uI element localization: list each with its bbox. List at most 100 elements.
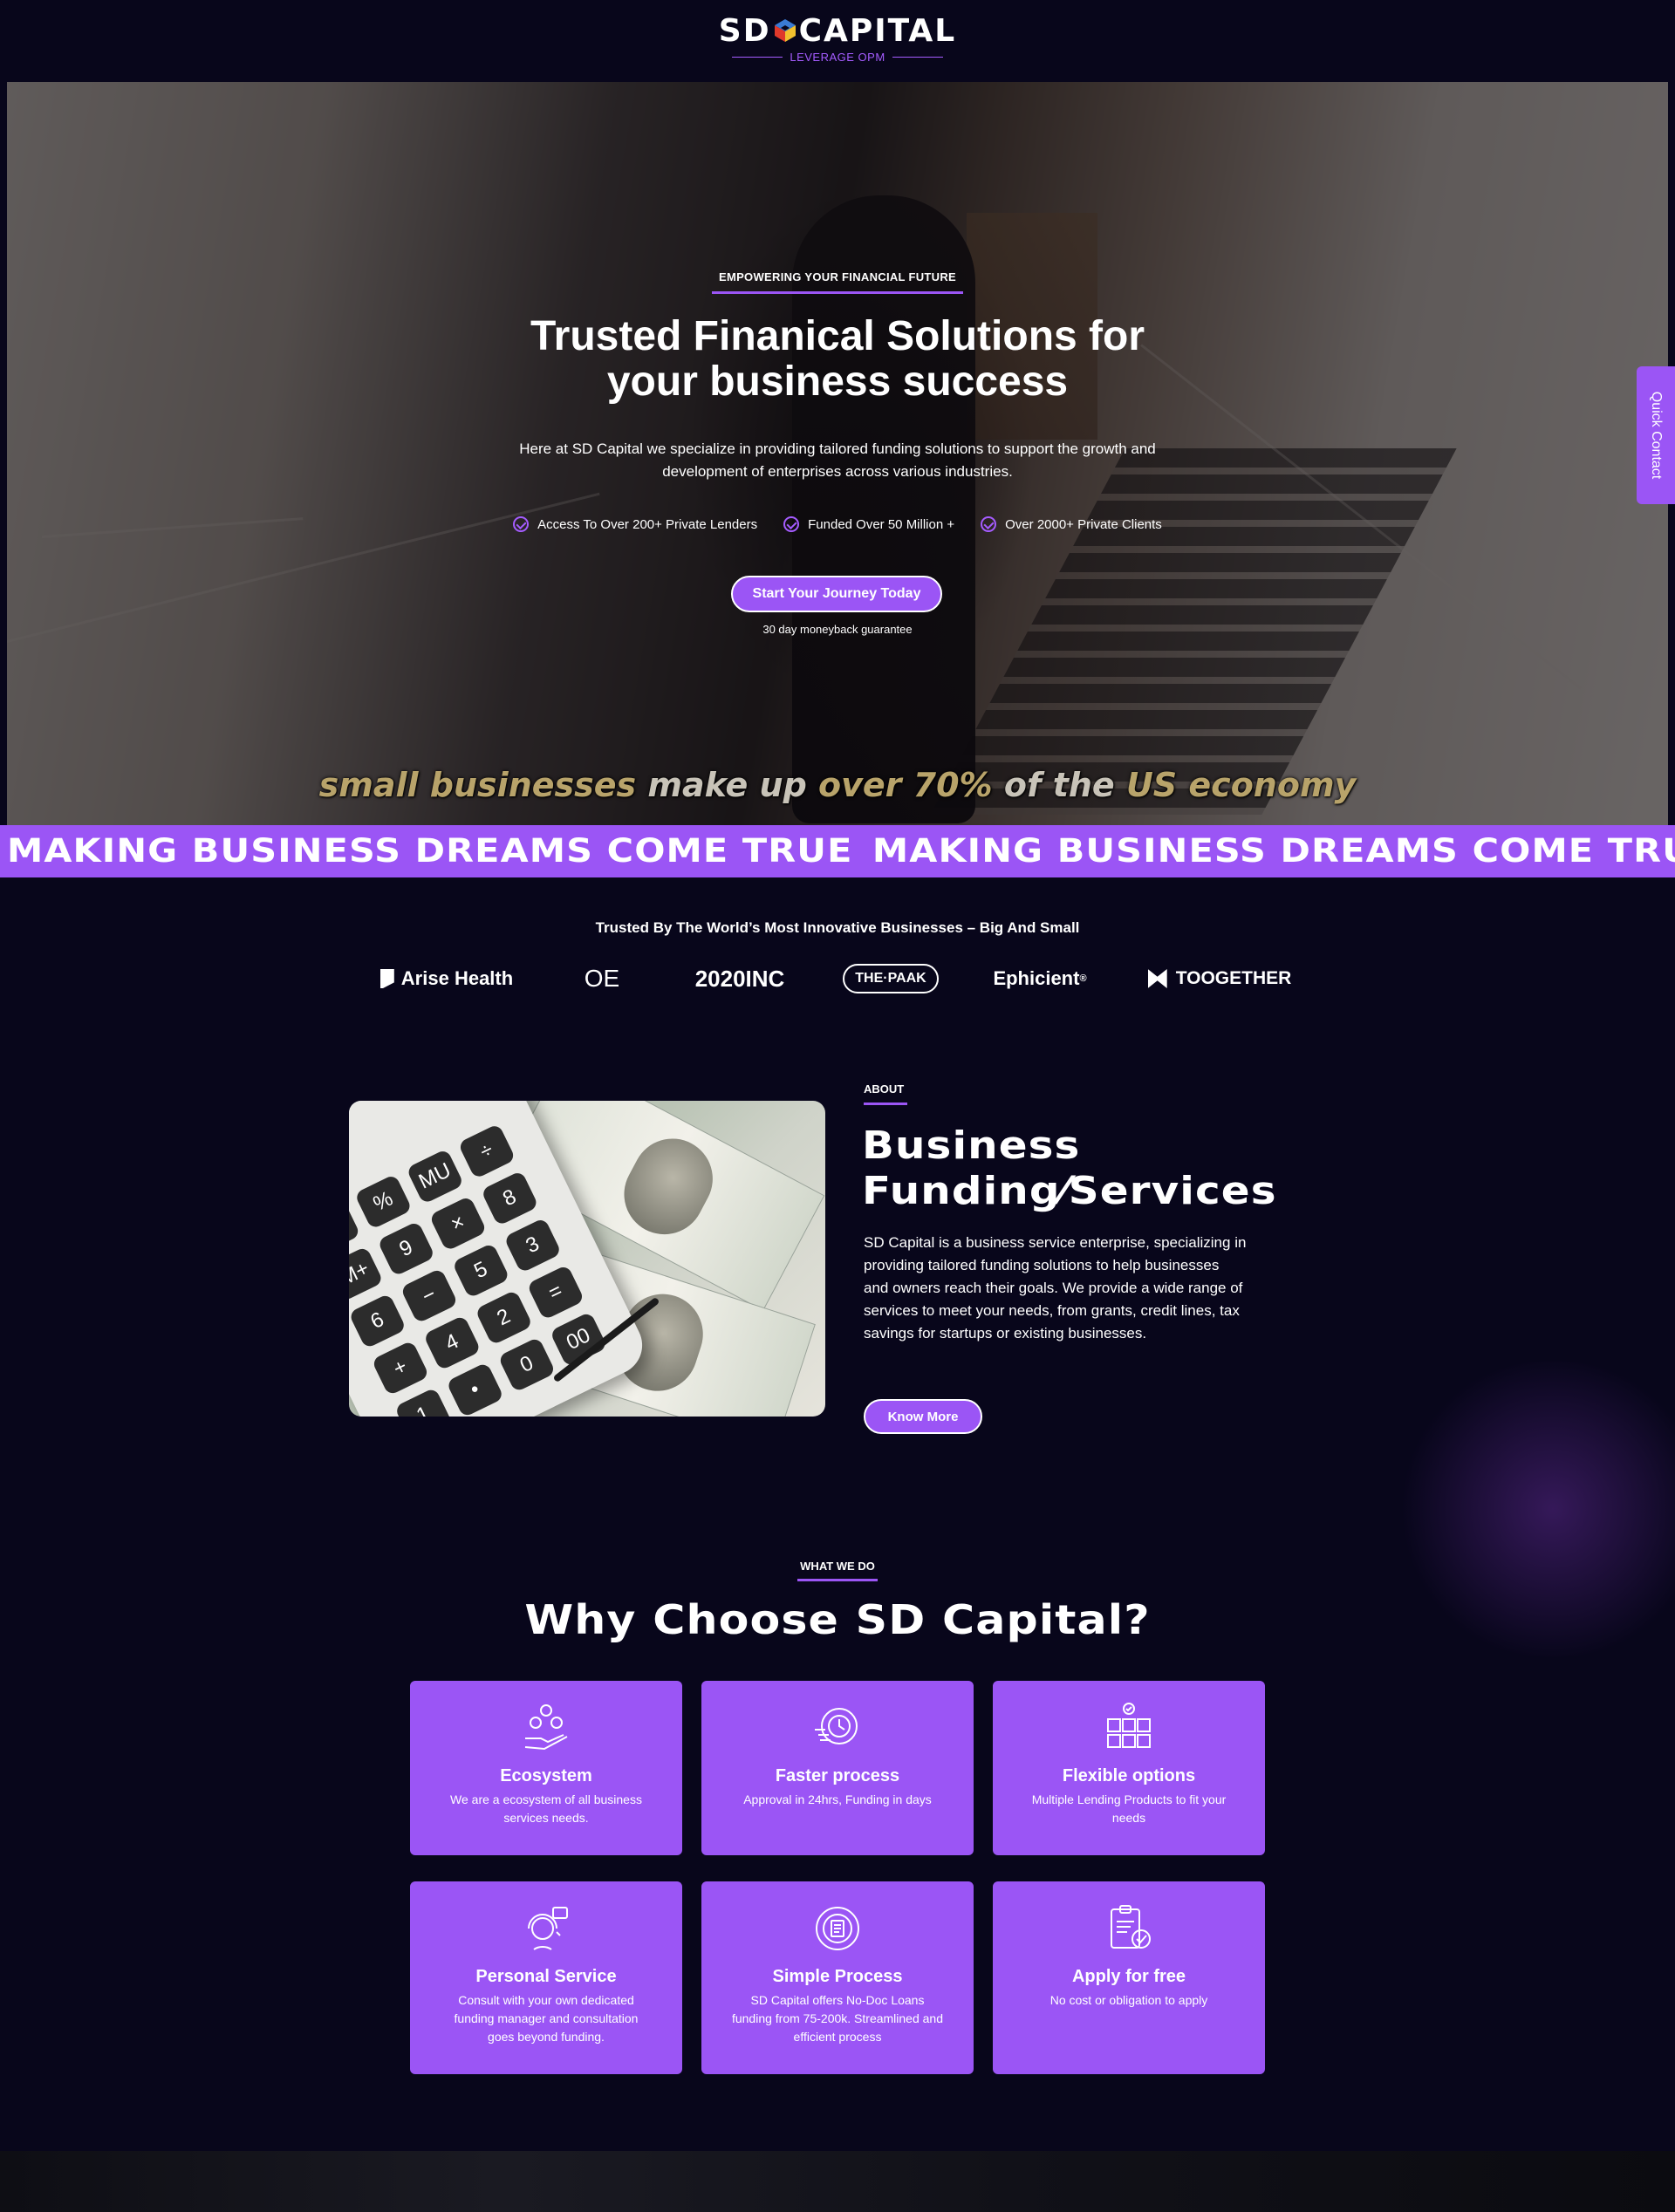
faster-process-icon [815, 1708, 858, 1744]
card-text: Approval in 24hrs, Funding in days [743, 1792, 932, 1806]
quick-contact-tab[interactable]: Quick Contact [1637, 366, 1675, 504]
about-eyebrow-underline [864, 1103, 907, 1105]
sd-capital-logo[interactable]: SD CAPITAL LEVERAGE OPM [717, 12, 958, 66]
calculator-key: 6 [349, 1293, 407, 1349]
logo-tagline: LEVERAGE OPM [717, 51, 958, 64]
calculator-key: 2 [475, 1289, 534, 1346]
calculator-key: 4 [422, 1314, 482, 1371]
check-circle-icon [981, 516, 997, 532]
hero-eyebrow-underline [712, 291, 963, 294]
check-circle-icon [783, 516, 800, 532]
card-title: Ecosystem [500, 1766, 592, 1785]
logo-text: Ephicient [993, 967, 1080, 989]
calculator-key: 8 [480, 1170, 539, 1226]
logo-name-right: CAPITAL [798, 13, 957, 49]
calculator-key: % [353, 1173, 413, 1230]
why-title-text: Why Choose SD Capital? [524, 1596, 1151, 1643]
feature-card-faster-process[interactable]: Faster process Approval in 24hrs, Fundin… [701, 1681, 974, 1855]
guarantee-note: 30 day moneyback guarantee [762, 623, 913, 636]
caption-part: over 70% [818, 766, 993, 804]
oe-logo: OE [584, 965, 620, 992]
marquee-text: MAKING BUSINESS DREAMS COME TRUE [7, 832, 853, 870]
why-eyebrow-underline [797, 1579, 878, 1581]
hero-feature-label: Funded Over 50 Million + [808, 516, 955, 532]
logo-text: Arise Health [400, 967, 514, 989]
tagline-rule-left [732, 57, 783, 58]
the-paak-logo: THE·PAAK [843, 964, 939, 993]
hero-title-line2: your business success [606, 358, 1069, 405]
calculator-key: 3 [503, 1217, 563, 1273]
card-text: Multiple Lending Products to fit your ne… [1031, 1792, 1227, 1825]
hero-feature-item: Over 2000+ Private Clients [981, 516, 1162, 532]
logo-wordmark: SD CAPITAL [717, 12, 958, 51]
calculator-key: × [428, 1195, 488, 1252]
hero-feature-item: Access To Over 200+ Private Lenders [513, 516, 757, 532]
card-title: Personal Service [475, 1967, 617, 1986]
feature-card-personal-service[interactable]: Personal Service Consult with your own d… [410, 1881, 682, 2074]
why-title: Why Choose SD Capital? [0, 1596, 1675, 1643]
calculator-key: ÷ [457, 1123, 516, 1179]
toogether-logo: TOOGETHER [1141, 963, 1298, 994]
card-title: Faster process [775, 1766, 900, 1785]
card-title: Simple Process [772, 1967, 903, 1986]
client-logos: Arise Health OE 2020INC THE·PAAK Ephicie… [0, 963, 1675, 994]
calculator-key: • [446, 1362, 505, 1417]
card-text: No cost or obligation to apply [1049, 1993, 1208, 2007]
flag-icon [379, 969, 394, 988]
check-circle-icon [513, 516, 530, 532]
start-journey-button[interactable]: Start Your Journey Today [731, 576, 942, 612]
ephicient-logo: Ephicient ® [989, 963, 1090, 994]
caption-part: make up [636, 766, 819, 804]
card-text: We are a ecosystem of all business servi… [450, 1792, 642, 1825]
card-title: Apply for free [1071, 1967, 1186, 1986]
video-caption: small businesses make up over 70% of the… [7, 766, 1668, 804]
site-header: SD CAPITAL LEVERAGE OPM [0, 0, 1675, 82]
calculator-key: M+ [349, 1246, 384, 1302]
calculator-key: − [400, 1267, 459, 1324]
calculator-key: 9 [377, 1220, 436, 1277]
registered-mark: ® [1079, 973, 1087, 984]
marquee-track: MAKING BUSINESS DREAMS COME TRUE MAKING B… [7, 832, 1675, 870]
caption-part: US economy [1125, 766, 1357, 804]
hero-content: EMPOWERING YOUR FINANCIAL FUTURE Trusted… [7, 82, 1668, 825]
logo-text: TOOGETHER [1175, 968, 1292, 988]
marquee-banner: MAKING BUSINESS DREAMS COME TRUE MAKING B… [0, 825, 1675, 877]
card-title: Flexible options [1062, 1766, 1196, 1785]
calculator-key: + [371, 1340, 430, 1396]
bowtie-icon [1147, 969, 1167, 988]
calculator-key: 1 [393, 1387, 453, 1417]
caption-part: of the [992, 766, 1126, 804]
about-title-line1: Business [862, 1123, 1081, 1168]
arise-health-logo: Arise Health [377, 963, 516, 994]
feature-card-apply-free[interactable]: Apply for free No cost or obligation to … [993, 1881, 1265, 2074]
hero-feature-list: Access To Over 200+ Private Lenders Fund… [7, 516, 1668, 532]
next-section-preview [0, 2151, 1675, 2212]
know-more-button[interactable]: Know More [864, 1399, 982, 1434]
hero-subtitle: Here at SD Capital we specialize in prov… [519, 440, 1156, 480]
simple-process-icon [816, 1907, 859, 1950]
marquee-text: MAKING BUSINESS DREAMS COME TRUE [872, 832, 1675, 870]
card-text: SD Capital offers No-Doc Loans funding f… [731, 1993, 944, 2044]
hero-feature-label: Access To Over 200+ Private Lenders [537, 516, 758, 532]
tagline-text: LEVERAGE OPM [790, 51, 885, 64]
2020inc-logo: 2020INC [694, 965, 785, 992]
why-eyebrow: WHAT WE DO [800, 1560, 875, 1573]
hero-eyebrow: EMPOWERING YOUR FINANCIAL FUTURE [718, 270, 956, 283]
flexible-options-icon [1107, 1703, 1151, 1748]
about-title: Business Funding⁄Services [862, 1123, 1277, 1214]
trusted-heading: Trusted By The World’s Most Innovative B… [595, 919, 1080, 936]
bill-portrait [610, 1124, 728, 1249]
hero-title: Trusted Finanical Solutions for your bus… [7, 314, 1668, 405]
quick-contact-label: Quick Contact [1649, 391, 1664, 480]
tagline-rule-right [892, 57, 943, 58]
hero-feature-item: Funded Over 50 Million + [783, 516, 954, 532]
feature-card-ecosystem[interactable]: Ecosystem We are a ecosystem of all busi… [410, 1681, 682, 1855]
hero-title-line1: Trusted Finanical Solutions for [530, 313, 1145, 359]
feature-card-simple-process[interactable]: Simple Process SD Capital offers No-Doc … [701, 1881, 974, 2074]
feature-card-flexible-options[interactable]: Flexible options Multiple Lending Produc… [993, 1681, 1265, 1855]
calculator-key: 0 [497, 1336, 557, 1393]
about-image-calculator-money: M-%MU÷M+9×86−53+42=1•000 [349, 1101, 825, 1417]
about-description: SD Capital is a business service enterpr… [864, 1234, 1247, 1342]
cube-logo-icon [774, 19, 796, 42]
apply-free-icon [1111, 1905, 1151, 1949]
